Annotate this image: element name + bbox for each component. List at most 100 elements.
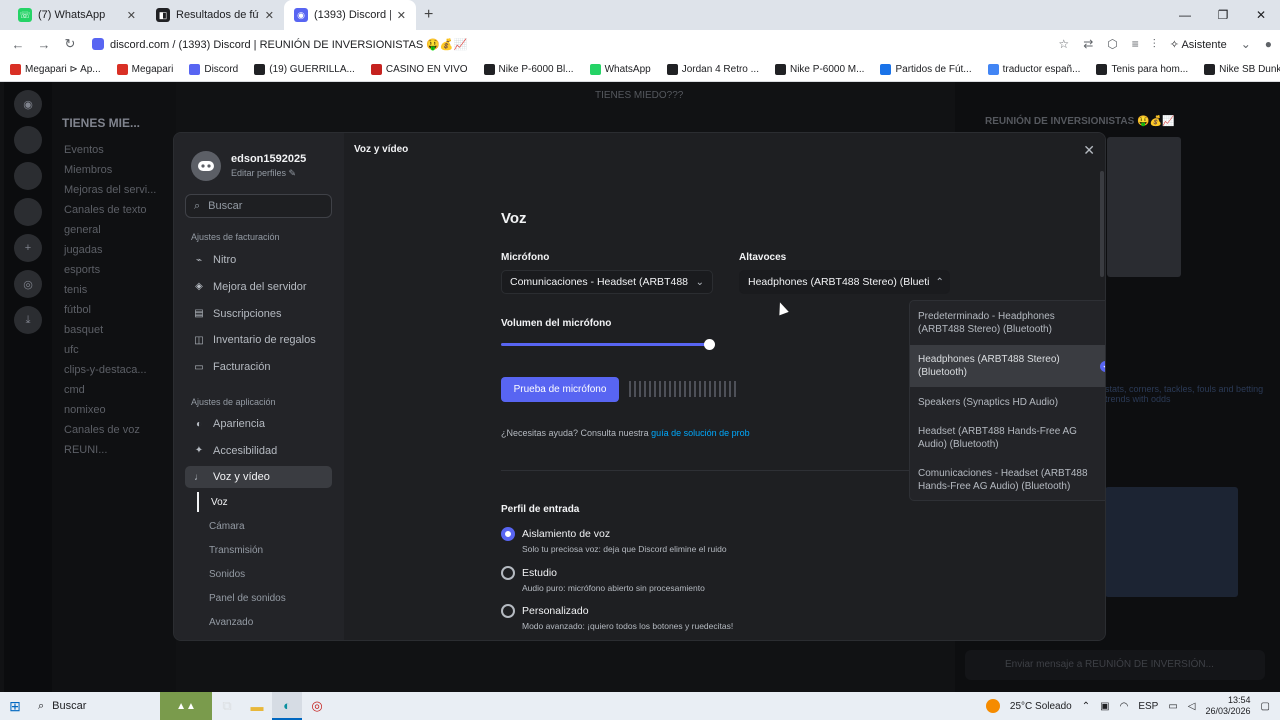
sidebar-item-mejora-del-servidor[interactable]: ◈ Mejora del servidor	[185, 276, 332, 298]
voice-icon[interactable]: ⫶	[1153, 37, 1156, 52]
profile-radio[interactable]	[501, 565, 515, 580]
profile-icon[interactable]: ●	[1265, 37, 1272, 51]
profile-label[interactable]: Personalizado	[522, 605, 589, 617]
new-tab-button[interactable]: +	[416, 6, 441, 24]
bookmark-item[interactable]: Nike P-6000 M...	[774, 64, 864, 75]
forward-icon[interactable]: →	[34, 37, 54, 52]
assistant-button[interactable]: ✧ Asistente	[1170, 38, 1227, 51]
chevron-down-icon[interactable]: ⌄	[1241, 37, 1251, 51]
channel-item[interactable]: general	[52, 220, 176, 240]
bookmark-item[interactable]: CASINO EN VIVO	[370, 64, 468, 75]
channel-item[interactable]: basquet	[52, 320, 176, 340]
url-field[interactable]: discord.com / (1393) Discord | REUNIÓN D…	[86, 33, 1052, 55]
sidebar-subitem[interactable]: Cámara	[197, 516, 245, 536]
notifications-icon[interactable]: ▢	[1261, 701, 1270, 712]
channel-item[interactable]: REUNI...	[52, 440, 176, 460]
server-icon[interactable]	[14, 198, 42, 226]
settings-search-input[interactable]: ⌕ Buscar	[185, 194, 332, 218]
sidebar-subitem[interactable]: Transmisión	[197, 540, 263, 560]
bookmark-item[interactable]: Nike SB Dunk L...	[1204, 64, 1280, 75]
volume-slider-knob[interactable]	[704, 339, 715, 350]
reload-icon[interactable]: ↻	[60, 36, 80, 52]
channel-item[interactable]: Canales de voz	[52, 420, 176, 440]
bookmark-item[interactable]: Discord	[189, 64, 238, 75]
sidebar-subitem[interactable]: Sonidos	[197, 564, 245, 584]
bookmark-item[interactable]: Tenis para hom...	[1096, 64, 1188, 75]
close-window-icon[interactable]: ✕	[1242, 0, 1280, 30]
profile-radio[interactable]	[501, 527, 515, 541]
tab-close-icon[interactable]: ✕	[265, 9, 274, 22]
minimize-icon[interactable]: —	[1166, 0, 1204, 30]
bookmark-item[interactable]: Megapari	[116, 64, 173, 75]
menu-lines-icon[interactable]: ≡	[1132, 37, 1139, 51]
bookmark-item[interactable]: WhatsApp	[589, 64, 651, 75]
explore-icon[interactable]: ◎	[14, 270, 42, 298]
browser-tab[interactable]: ☏ (7) WhatsApp ✕	[8, 0, 146, 30]
bookmark-item[interactable]: Megapari ⊳ Ap...	[10, 64, 101, 75]
lang-label[interactable]: ESP	[1138, 701, 1158, 712]
channel-item[interactable]: clips-y-destaca...	[52, 360, 176, 380]
bookmark-item[interactable]: Nike P-6000 Bl...	[483, 64, 574, 75]
speaker-option[interactable]: Predeterminado - Headphones (ARBT488 Ste…	[910, 301, 1105, 345]
network-icon[interactable]: ▭	[1168, 701, 1177, 712]
mic-select[interactable]: Comunicaciones - Headset (ARBT488 ⌄	[501, 270, 713, 294]
sidebar-subitem[interactable]: Panel de sonidos	[197, 588, 286, 608]
close-icon[interactable]: ✕	[1083, 142, 1095, 159]
speaker-option[interactable]: Headset (ARBT488 Hands-Free AG Audio) (B…	[910, 417, 1105, 459]
sidebar-item-apariencia[interactable]: ◐ Apariencia	[185, 413, 332, 435]
sidebar-subitem[interactable]: Avanzado	[197, 612, 253, 632]
speaker-select[interactable]: Headphones (ARBT488 Stereo) (Blueti ⌃	[739, 270, 950, 294]
channel-item[interactable]: Miembros	[52, 160, 176, 180]
sidebar-item-facturación[interactable]: ▭ Facturación	[185, 356, 332, 378]
add-server-icon[interactable]: +	[14, 234, 42, 262]
opera-icon[interactable]: ◎	[302, 692, 332, 720]
channel-item[interactable]: cmd	[52, 380, 176, 400]
tray-app-icon[interactable]: ▣	[1100, 701, 1109, 712]
clock[interactable]: 13:54 26/03/2026	[1206, 695, 1251, 717]
browser-tab[interactable]: ◉ (1393) Discord | REUNIÓN ✕	[284, 0, 416, 30]
sidebar-subitem[interactable]: Voz	[197, 492, 228, 512]
bookmark-item[interactable]: traductor españ...	[987, 64, 1080, 75]
speaker-option[interactable]: Speakers (Synaptics HD Audio)	[910, 387, 1105, 417]
download-icon[interactable]: ⤓	[14, 306, 42, 334]
volume-slider-track[interactable]	[501, 343, 708, 346]
back-icon[interactable]: ←	[8, 37, 28, 52]
taskbar-search[interactable]: ⌕ Buscar	[30, 692, 160, 720]
chat-image[interactable]	[1107, 137, 1181, 277]
message-input[interactable]: Enviar mensaje a REUNIÓN DE INVERSIÓN...	[965, 650, 1265, 680]
channel-item[interactable]: Mejoras del servi...	[52, 180, 176, 200]
server-icon[interactable]	[14, 126, 42, 154]
bookmark-item[interactable]: Partidos de Fút...	[880, 64, 972, 75]
sidebar-item-suscripciones[interactable]: ▤ Suscripciones	[185, 303, 332, 325]
maximize-icon[interactable]: ❐	[1204, 0, 1242, 30]
channel-item[interactable]: Eventos	[52, 140, 176, 160]
user-profile[interactable]: edson1592025 Editar perfiles ✎	[191, 151, 306, 181]
volume-icon[interactable]: ◁	[1188, 701, 1196, 712]
browser-tab[interactable]: ◧ Resultados de fútbol en vivo ✕	[146, 0, 284, 30]
tray-chevron-icon[interactable]: ⌃	[1082, 701, 1090, 712]
sidebar-item-nitro[interactable]: ⌁ Nitro	[185, 249, 332, 271]
windows-start-icon[interactable]: ⊞	[0, 698, 30, 715]
bookmark-item[interactable]: (19) GUERRILLA...	[254, 64, 355, 75]
channel-item[interactable]: fútbol	[52, 300, 176, 320]
channel-item[interactable]: jugadas	[52, 240, 176, 260]
profile-label[interactable]: Aislamiento de voz	[522, 528, 610, 540]
edge-browser-icon[interactable]: ◐	[272, 692, 302, 720]
share-icon[interactable]: ⇄	[1083, 37, 1093, 51]
task-view-icon[interactable]: ⧉	[212, 692, 242, 720]
extensions-icon[interactable]: ⬡	[1107, 37, 1117, 51]
widgets-icon[interactable]: ▲▲	[160, 692, 212, 720]
channel-item[interactable]: Canales de texto	[52, 200, 176, 220]
bookmark-star-icon[interactable]: ☆	[1058, 37, 1069, 51]
sidebar-item-voz-y-vídeo[interactable]: ♩ Voz y vídeo	[185, 466, 332, 488]
server-name[interactable]: TIENES MIE...	[52, 82, 176, 140]
channel-item[interactable]: esports	[52, 260, 176, 280]
chat-image[interactable]	[1105, 487, 1238, 597]
edit-profiles-link[interactable]: Editar perfiles ✎	[231, 168, 306, 179]
server-icon[interactable]	[14, 162, 42, 190]
profile-radio[interactable]	[501, 604, 515, 618]
mic-test-button[interactable]: Prueba de micrófono	[501, 377, 619, 402]
channel-item[interactable]: tenis	[52, 280, 176, 300]
weather-text[interactable]: 25°C Soleado	[1010, 701, 1072, 712]
channel-item[interactable]: ufc	[52, 340, 176, 360]
